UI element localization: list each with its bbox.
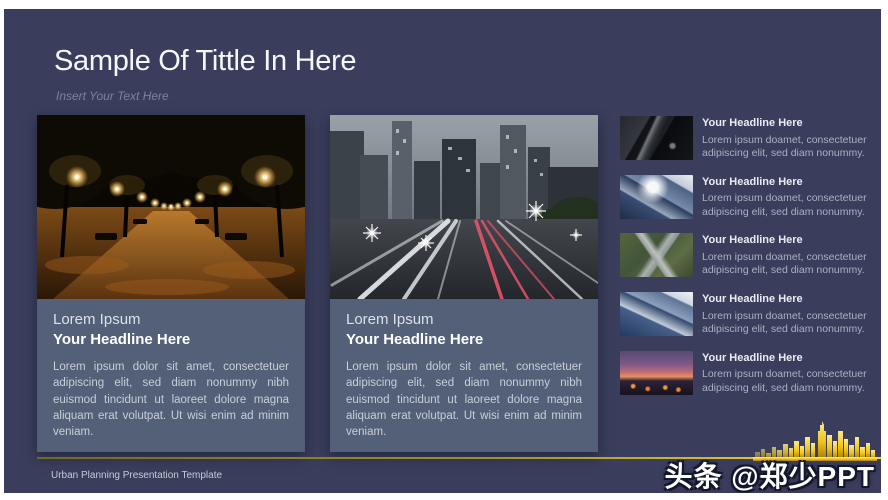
content-card-1: Lorem Ipsum Your Headline Here Lorem ips… — [37, 115, 305, 452]
list-item-desc: Lorem ipsum doamet, consectetuer adipisc… — [702, 134, 878, 161]
card-headline: Your Headline Here — [346, 330, 483, 350]
list-item: Your Headline Here Lorem ipsum doamet, c… — [620, 116, 878, 161]
list-item-title: Your Headline Here — [702, 292, 878, 307]
list-item-desc: Lorem ipsum doamet, consectetuer adipisc… — [702, 310, 878, 337]
card-text: Lorem ipsum dolor sit amet, consectetuer… — [346, 359, 582, 441]
sidebar-list: Your Headline Here Lorem ipsum doamet, c… — [620, 116, 878, 395]
list-item-desc: Lorem ipsum doamet, consectetuer adipisc… — [702, 251, 878, 278]
list-item-desc: Lorem ipsum doamet, consectetuer adipisc… — [702, 192, 878, 219]
list-item-text: Your Headline Here Lorem ipsum doamet, c… — [702, 175, 878, 220]
page-subtitle: Insert Your Text Here — [56, 89, 169, 103]
page-background: Sample Of Tittle In Here Insert Your Tex… — [0, 0, 888, 500]
card-kicker: Lorem Ipsum — [53, 310, 141, 330]
city-traffic-light-trails-image — [330, 115, 598, 299]
highway-interchange-thumbnail — [620, 233, 693, 277]
list-item-text: Your Headline Here Lorem ipsum doamet, c… — [702, 233, 878, 278]
dusk-skyline-thumbnail — [620, 351, 693, 395]
list-item-title: Your Headline Here — [702, 233, 878, 248]
night-park-avenue-image — [37, 115, 305, 299]
card-body: Lorem Ipsum Your Headline Here Lorem ips… — [37, 299, 305, 452]
list-item-title: Your Headline Here — [702, 116, 878, 131]
card-text: Lorem ipsum dolor sit amet, consectetuer… — [53, 359, 289, 441]
list-item-title: Your Headline Here — [702, 351, 878, 366]
list-item: Your Headline Here Lorem ipsum doamet, c… — [620, 292, 878, 337]
content-card-2: Lorem Ipsum Your Headline Here Lorem ips… — [330, 115, 598, 452]
card-headline: Your Headline Here — [53, 330, 190, 350]
list-item-text: Your Headline Here Lorem ipsum doamet, c… — [702, 116, 878, 161]
card-kicker: Lorem Ipsum — [346, 310, 434, 330]
list-item: Your Headline Here Lorem ipsum doamet, c… — [620, 175, 878, 220]
list-item-title: Your Headline Here — [702, 175, 878, 190]
list-item-text: Your Headline Here Lorem ipsum doamet, c… — [702, 351, 878, 396]
dark-structure-thumbnail — [620, 116, 693, 160]
footer-text: Urban Planning Presentation Template — [51, 470, 222, 481]
list-item-text: Your Headline Here Lorem ipsum doamet, c… — [702, 292, 878, 337]
watermark: 头条 @郑少PPT — [664, 455, 875, 493]
card-body: Lorem Ipsum Your Headline Here Lorem ips… — [330, 299, 598, 452]
list-item: Your Headline Here Lorem ipsum doamet, c… — [620, 233, 878, 278]
list-item-desc: Lorem ipsum doamet, consectetuer adipisc… — [702, 368, 878, 395]
modern-towers-thumbnail — [620, 292, 693, 336]
list-item: Your Headline Here Lorem ipsum doamet, c… — [620, 351, 878, 396]
slide: Sample Of Tittle In Here Insert Your Tex… — [4, 9, 881, 493]
page-title: Sample Of Tittle In Here — [54, 45, 356, 78]
skyscrapers-thumbnail — [620, 175, 693, 219]
